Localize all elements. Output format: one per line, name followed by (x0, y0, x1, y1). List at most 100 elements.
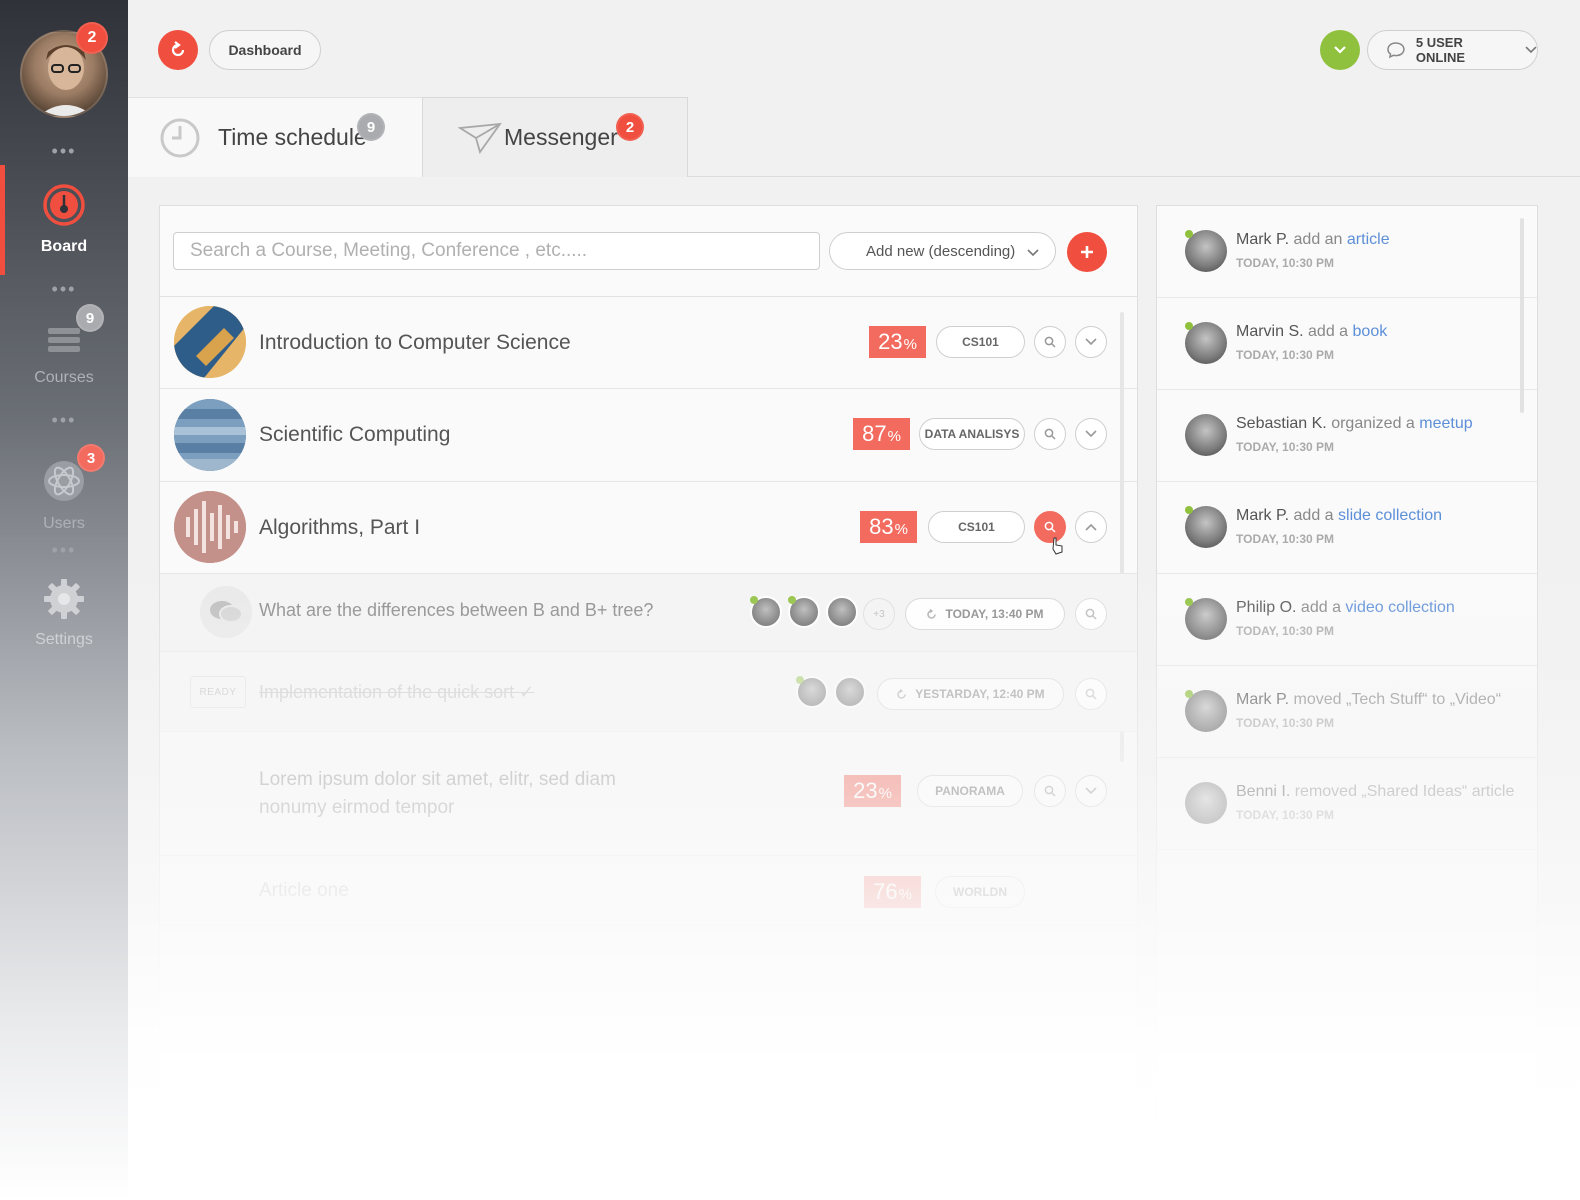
activity-user: Marvin S. (1236, 323, 1304, 340)
expand-button[interactable] (1075, 326, 1107, 358)
refresh-button[interactable] (158, 30, 198, 70)
tab-divider (688, 176, 1580, 177)
activity-item[interactable]: Benni I. removed „Shared Ideas“ article … (1157, 758, 1537, 850)
activity-user: Mark P. (1236, 691, 1290, 708)
courses-count-badge: 9 (76, 304, 104, 332)
users-online-dropdown[interactable]: 5 USER ONLINE (1367, 30, 1538, 70)
activity-item[interactable]: Mark P. add an article TODAY, 10:30 PM (1157, 206, 1537, 298)
progress-value: 87 (862, 421, 887, 446)
online-indicator (1185, 690, 1193, 698)
expand-button[interactable] (1075, 775, 1107, 807)
course-row[interactable]: Article one 76% WORLDN (160, 856, 1137, 926)
expand-button[interactable] (1075, 418, 1107, 450)
sidebar-item-users[interactable]: Users 3 (0, 444, 128, 533)
more-participants[interactable]: +3 (863, 598, 895, 630)
discussion-item[interactable]: What are the differences between B and B… (160, 574, 1137, 652)
search-item-button[interactable] (1075, 598, 1107, 630)
tab-label: Messenger (504, 124, 618, 150)
activity-action: organized a (1331, 415, 1415, 432)
task-item[interactable]: READY Implementation of the quick sort ✓… (160, 652, 1137, 732)
search-item-button[interactable] (1075, 678, 1107, 710)
sidebar-item-board[interactable]: Board (0, 183, 128, 256)
user-avatar[interactable]: 2 (20, 22, 108, 118)
search-icon (1085, 608, 1097, 620)
tab-time-schedule[interactable]: Time schedule 9 (128, 97, 423, 177)
course-row[interactable]: Introduction to Computer Science 23% CS1… (160, 297, 1137, 389)
paper-plane-icon (458, 122, 502, 154)
activity-action: add a (1308, 323, 1349, 340)
online-indicator (1185, 322, 1193, 330)
activity-item[interactable]: Mark P. moved „Tech Stuff“ to „Video“ TO… (1157, 666, 1537, 758)
course-title: Introduction to Computer Science (259, 331, 571, 354)
progress-value: 76 (873, 879, 898, 904)
course-row[interactable]: Algorithms, Part I 83% CS101 (160, 482, 1137, 574)
tab-messenger[interactable]: Messenger 2 (422, 97, 688, 177)
activity-text: Philip O. add a video collection (1236, 599, 1455, 617)
participant-avatar[interactable] (834, 676, 866, 708)
time-label: YESTARDAY, 12:40 PM (915, 687, 1045, 701)
sidebar-item-settings[interactable]: Settings (0, 578, 128, 649)
activity-text: Mark P. add a slide collection (1236, 507, 1442, 525)
tab-count-badge: 2 (616, 113, 644, 141)
course-tag[interactable]: CS101 (928, 511, 1025, 543)
course-row[interactable]: Scientific Computing 87% DATA ANALISYS (160, 389, 1137, 482)
stack-icon (48, 328, 80, 352)
collapse-button[interactable] (1075, 511, 1107, 543)
activity-user: Mark P. (1236, 231, 1290, 248)
search-course-button[interactable] (1034, 418, 1066, 450)
sidebar-item-courses[interactable]: Courses 9 (0, 304, 128, 387)
speedometer-icon (43, 184, 85, 226)
online-indicator (1185, 598, 1193, 606)
avatar[interactable] (1185, 414, 1227, 456)
status-dropdown-button[interactable] (1320, 30, 1360, 70)
activity-object-link[interactable]: slide collection (1338, 507, 1442, 524)
separator-dots: ••• (51, 410, 77, 430)
activity-user: Sebastian K. (1236, 415, 1327, 432)
activity-user: Benni I. (1236, 783, 1291, 800)
participant-avatar[interactable] (826, 596, 858, 628)
chevron-down-icon (1085, 430, 1097, 438)
course-tag[interactable]: CS101 (936, 326, 1025, 358)
activity-object-link[interactable]: video collection (1345, 599, 1454, 616)
course-tag[interactable]: WORLDN (935, 876, 1025, 908)
activity-item[interactable]: Philip O. add a video collection TODAY, … (1157, 574, 1537, 666)
search-icon (1044, 428, 1056, 440)
activity-object-link[interactable]: book (1353, 323, 1388, 340)
activity-item[interactable]: Marvin S. add a book TODAY, 10:30 PM (1157, 298, 1537, 390)
refresh-icon (171, 41, 185, 57)
avatar-notification-badge: 2 (76, 22, 108, 54)
activity-object-link[interactable]: meetup (1419, 415, 1472, 432)
activity-action: removed „Shared Ideas“ article (1294, 783, 1515, 800)
course-title: Lorem ipsum dolor sit amet, elitr, sed d… (259, 769, 616, 818)
sort-select[interactable]: Add new (descending) (829, 232, 1056, 270)
course-thumbnail (174, 399, 246, 471)
search-icon (1044, 521, 1056, 533)
add-button[interactable] (1067, 232, 1107, 272)
activity-scrollbar[interactable] (1520, 218, 1524, 413)
course-tag[interactable]: PANORAMA (917, 775, 1023, 807)
search-icon (1044, 336, 1056, 348)
activity-text: Sebastian K. organized a meetup (1236, 415, 1473, 433)
progress-badge: 76% (864, 876, 921, 908)
search-input[interactable] (173, 232, 820, 270)
avatar[interactable] (1185, 782, 1227, 824)
activity-text: Mark P. add an article (1236, 231, 1390, 249)
schedule-panel: Add new (descending) Introduction to Com… (159, 205, 1138, 1200)
breadcrumb-dashboard[interactable]: Dashboard (209, 30, 321, 70)
chevron-down-icon (1027, 249, 1039, 257)
activity-object-link[interactable]: article (1347, 231, 1390, 248)
search-course-button[interactable] (1034, 775, 1066, 807)
gear-icon (44, 579, 84, 619)
activity-item[interactable]: Mark P. add a slide collection TODAY, 10… (1157, 482, 1537, 574)
chevron-down-icon (1085, 338, 1097, 346)
course-tag[interactable]: DATA ANALISYS (919, 418, 1025, 450)
search-course-button[interactable] (1034, 326, 1066, 358)
course-row[interactable]: Lorem ipsum dolor sit amet, elitr, sed d… (160, 732, 1137, 856)
check-icon: ✓ (519, 682, 535, 702)
activity-item[interactable]: Sebastian K. organized a meetup TODAY, 1… (1157, 390, 1537, 482)
plus-icon (1081, 246, 1093, 258)
online-indicator (1185, 506, 1193, 514)
task-title: Implementation of the quick sort ✓ (259, 682, 534, 703)
sidebar-item-label: Courses (34, 369, 94, 386)
task-title-text: Implementation of the quick sort (259, 682, 515, 702)
